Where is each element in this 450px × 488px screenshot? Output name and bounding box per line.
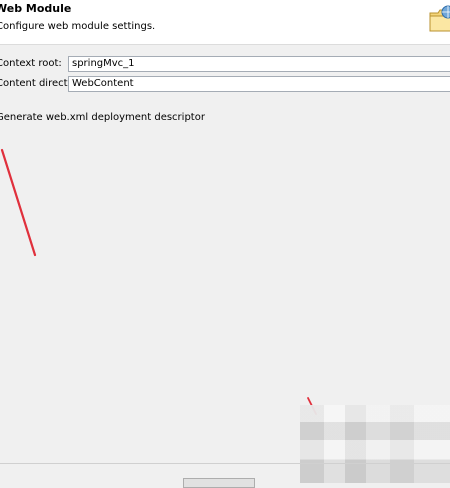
context-root-label: Context root: [0, 58, 62, 69]
footer-divider [0, 463, 450, 464]
content-directory-input[interactable]: WebContent [68, 76, 450, 92]
folder-web-icon [429, 5, 450, 32]
generate-descriptor-checkbox[interactable]: Generate web.xml deployment descriptor [0, 112, 205, 123]
generate-descriptor-label: Generate web.xml deployment descriptor [0, 112, 205, 123]
banner-description: Configure web module settings. [0, 21, 156, 32]
context-root-input[interactable]: springMvc_1 [68, 56, 450, 72]
footer-button[interactable] [183, 478, 255, 488]
wizard-banner: Web Module Configure web module settings… [0, 0, 450, 45]
banner-title: Web Module [0, 2, 72, 15]
blurred-watermark [300, 405, 450, 483]
